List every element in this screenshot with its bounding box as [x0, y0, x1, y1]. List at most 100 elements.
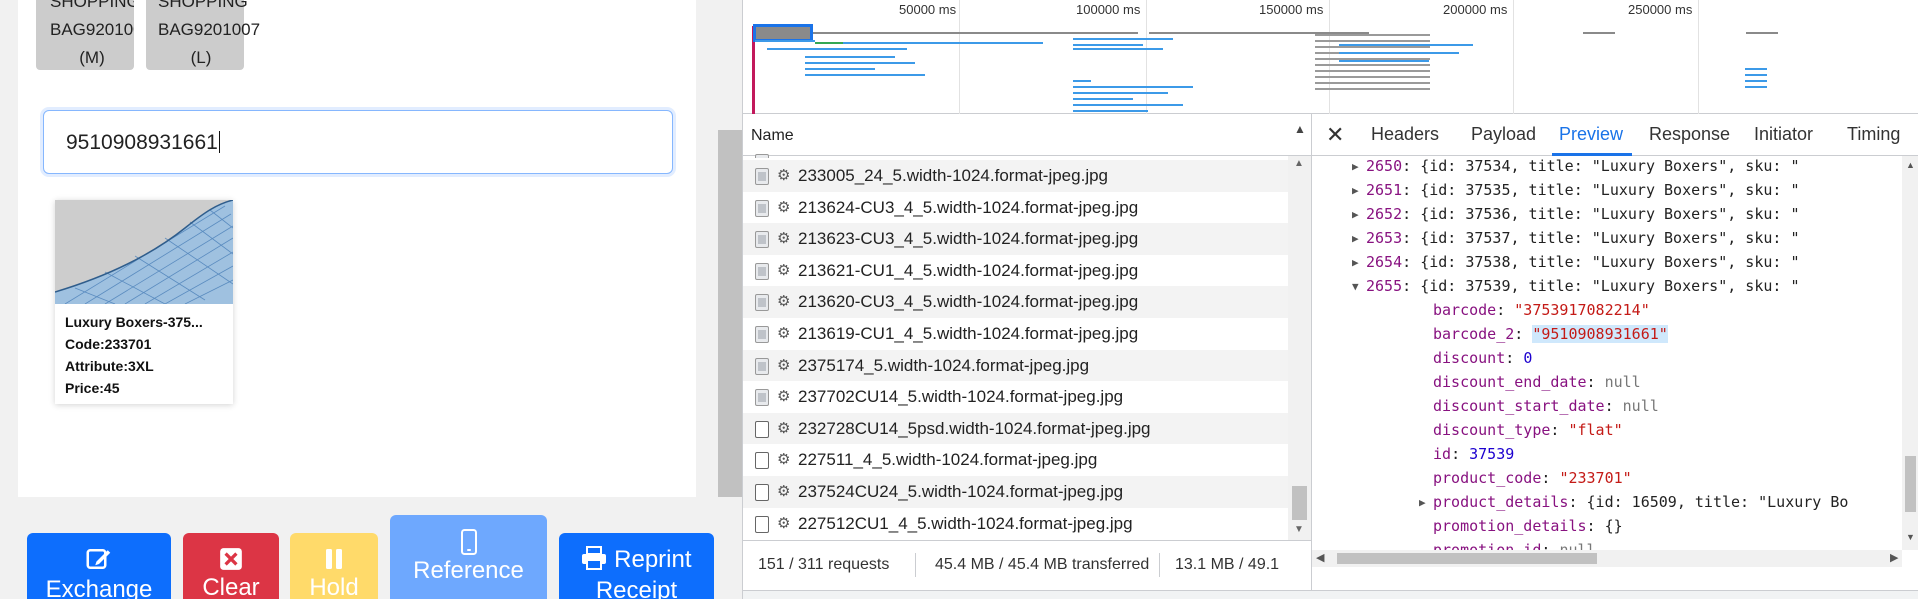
collapsed-json-row[interactable]: ▶ 2654: {id: 37538, title: "Luxury Boxers…: [1352, 250, 1799, 274]
transfer-size: 45.4 MB / 45.4 MB transferred: [935, 556, 1150, 573]
json-property-promotion-details[interactable]: promotion_details: {}: [1433, 514, 1623, 538]
json-property-barcode-2[interactable]: barcode_2: "9510908931661": [1433, 322, 1668, 346]
scroll-down-arrow-icon[interactable]: ▼: [1906, 532, 1915, 542]
tab-payload[interactable]: Payload: [1471, 124, 1536, 145]
reprint-receipt-button[interactable]: Reprint Receipt: [559, 533, 714, 599]
json-property-discount-type[interactable]: discount_type: "flat": [1433, 418, 1623, 442]
json-property-promotion-id[interactable]: promotion_id: null: [1433, 538, 1596, 550]
expand-triangle-icon[interactable]: ▼: [1352, 275, 1359, 299]
request-list-scrollbar[interactable]: ▲ ▼: [1288, 156, 1311, 540]
timeline-bar: [1073, 80, 1091, 82]
gear-icon: ⚙: [777, 483, 791, 500]
json-value: {id: 37539, title: "Luxury Boxers", sku:…: [1420, 277, 1800, 295]
gear-icon: ⚙: [777, 325, 791, 342]
variant-line1: SHOPPING: [50, 0, 134, 11]
request-name: 213624-CU3_4_5.width-1024.format-jpeg.jp…: [798, 197, 1139, 217]
network-status-bar: 151 / 311 requests 45.4 MB / 45.4 MB tra…: [743, 540, 1311, 590]
clear-button[interactable]: Clear: [183, 533, 279, 599]
preview-vertical-scrollbar[interactable]: ▲ ▼: [1902, 156, 1918, 550]
expand-triangle-icon[interactable]: ▶: [1352, 156, 1359, 179]
table-row[interactable]: ⚙ 2375174_5.width-1024.format-jpeg.jpg: [743, 349, 1288, 382]
sort-ascending-icon[interactable]: ▲: [1294, 122, 1306, 136]
timeline-bar: [813, 32, 1138, 34]
table-row[interactable]: ⚙ 227511_4_5.width-1024.format-jpeg.jpg: [743, 444, 1288, 476]
image-file-icon: [755, 357, 769, 375]
json-value: "flat": [1568, 421, 1623, 439]
collapsed-json-row[interactable]: ▶ 2651: {id: 37535, title: "Luxury Boxers…: [1352, 178, 1799, 202]
json-preview: ▶ 2650: {id: 37534, title: "Luxury Boxers…: [1312, 156, 1902, 550]
timeline-cluster: [1315, 34, 1430, 94]
scroll-left-arrow-icon[interactable]: ◀: [1316, 551, 1324, 564]
preview-horizontal-scrollbar[interactable]: ◀ ▶: [1312, 550, 1902, 567]
barcode-search-input[interactable]: 9510908931661: [43, 110, 673, 174]
divider: [1159, 553, 1160, 577]
table-row[interactable]: ⚙ 213624-CU3_4_5.width-1024.format-jpeg.j…: [743, 192, 1288, 224]
json-property-product-code[interactable]: product_code: "233701": [1433, 466, 1632, 490]
edit-icon: [86, 549, 111, 569]
table-row[interactable]: ⚙ 237524CU24_5.width-1024.format-jpeg.jpg: [743, 476, 1288, 508]
receipt-label: Receipt: [595, 577, 678, 599]
json-property-product-details[interactable]: ▶ product_details: {id: 16509, title: "L…: [1419, 490, 1848, 514]
json-index: 2655: [1366, 277, 1403, 295]
request-name: 2375174_5.width-1024.format-jpeg.jpg: [798, 355, 1090, 375]
variant-line2: BAG9201006: [50, 20, 134, 39]
json-property-discount-start-date[interactable]: discount_start_date: null: [1433, 394, 1659, 418]
close-icon[interactable]: ✕: [1326, 122, 1344, 148]
timeline-bar: [805, 74, 925, 76]
printer-icon: [582, 546, 607, 570]
collapsed-json-row[interactable]: ▶ 2653: {id: 37537, title: "Luxury Boxers…: [1352, 226, 1800, 250]
table-row[interactable]: [743, 146, 1288, 158]
expand-triangle-icon[interactable]: ▶: [1352, 227, 1359, 251]
network-overview-timeline[interactable]: 50000 ms 100000 ms 150000 ms 200000 ms 2…: [743, 0, 1918, 114]
variant-button-l[interactable]: SHOPPING BAG9201007 (L): [146, 0, 260, 70]
scroll-down-arrow-icon[interactable]: ▼: [1294, 524, 1304, 535]
variant-button-m[interactable]: SHOPPING BAG9201006 (M): [36, 0, 134, 70]
product-card[interactable]: Luxury Boxers-375... Code:233701 Attribu…: [55, 200, 233, 404]
scroll-up-arrow-icon[interactable]: ▲: [1294, 158, 1304, 169]
scrollbar-thumb[interactable]: [1292, 486, 1307, 520]
json-property-id[interactable]: id: 37539: [1433, 442, 1514, 466]
scroll-right-arrow-icon[interactable]: ▶: [1890, 551, 1898, 564]
variant-size: (L): [190, 48, 212, 67]
exchange-button[interactable]: Exchange: [27, 533, 171, 599]
scrollbar-thumb[interactable]: [1905, 456, 1916, 512]
table-row[interactable]: ⚙ 213623-CU3_4_5.width-1024.format-jpeg.j…: [743, 223, 1288, 255]
scroll-up-arrow-icon[interactable]: ▲: [1906, 160, 1915, 170]
expand-triangle-icon[interactable]: ▶: [1352, 203, 1359, 227]
json-value: {id: 37537, title: "Luxury Boxers", sku:…: [1420, 229, 1800, 247]
tab-preview[interactable]: Preview: [1559, 124, 1623, 145]
tab-initiator[interactable]: Initiator: [1754, 124, 1813, 145]
scrollbar-thumb[interactable]: [1337, 553, 1597, 564]
timeline-label: 200000 ms: [1443, 2, 1508, 17]
tab-response[interactable]: Response: [1649, 124, 1730, 145]
table-row[interactable]: ⚙ 233005_24_5.width-1024.format-jpeg.jpg: [743, 160, 1288, 192]
pos-scrollbar-thumb[interactable]: [718, 130, 742, 497]
timeline-gridline: [1513, 0, 1514, 114]
table-row[interactable]: ⚙ 227512CU1_4_5.width-1024.format-jpeg.jp…: [743, 508, 1288, 540]
request-name: 233005_24_5.width-1024.format-jpeg.jpg: [798, 166, 1109, 185]
column-name-header[interactable]: Name: [751, 127, 794, 145]
hold-button[interactable]: Hold: [290, 533, 378, 599]
json-property-discount[interactable]: discount: 0: [1433, 346, 1532, 370]
json-value: {id: 37534, title: "Luxury Boxers", sku:…: [1420, 157, 1800, 175]
tab-headers[interactable]: Headers: [1371, 124, 1439, 145]
expand-triangle-icon[interactable]: ▶: [1352, 251, 1359, 275]
reference-button[interactable]: Reference: [390, 515, 547, 599]
table-row[interactable]: ⚙ 213619-CU1_4_5.width-1024.format-jpeg.j…: [743, 318, 1288, 350]
collapsed-json-row[interactable]: ▶ 2652: {id: 37536, title: "Luxury Boxers…: [1352, 202, 1799, 226]
json-property-discount-end-date[interactable]: discount_end_date: null: [1433, 370, 1641, 394]
collapsed-json-row[interactable]: ▶ 2650: {id: 37534, title: "Luxury Boxers…: [1352, 156, 1800, 178]
json-value: null: [1604, 373, 1641, 391]
table-row[interactable]: ⚙ 237702CU14_5.width-1024.format-jpeg.jpg: [743, 381, 1288, 413]
expand-triangle-icon[interactable]: ▶: [1352, 179, 1359, 203]
table-row[interactable]: ⚙ 213620-CU3_4_5.width-1024.format-jpeg.j…: [743, 286, 1288, 318]
expand-triangle-icon[interactable]: ▶: [1419, 491, 1426, 515]
json-value: "233701": [1559, 469, 1632, 487]
table-row[interactable]: ⚙ 213621-CU1_4_5.width-1024.format-jpeg.j…: [743, 255, 1288, 287]
expanded-json-row[interactable]: ▼ 2655: {id: 37539, title: "Luxury Boxer…: [1352, 274, 1800, 298]
json-property-barcode[interactable]: barcode: "3753917082214": [1433, 298, 1650, 322]
table-row[interactable]: ⚙ 232728CU14_5psd.width-1024.format-jpeg.…: [743, 412, 1288, 445]
search-value: 9510908931661: [66, 131, 218, 154]
tab-timing[interactable]: Timing: [1847, 124, 1900, 145]
gear-icon: ⚙: [777, 230, 791, 248]
